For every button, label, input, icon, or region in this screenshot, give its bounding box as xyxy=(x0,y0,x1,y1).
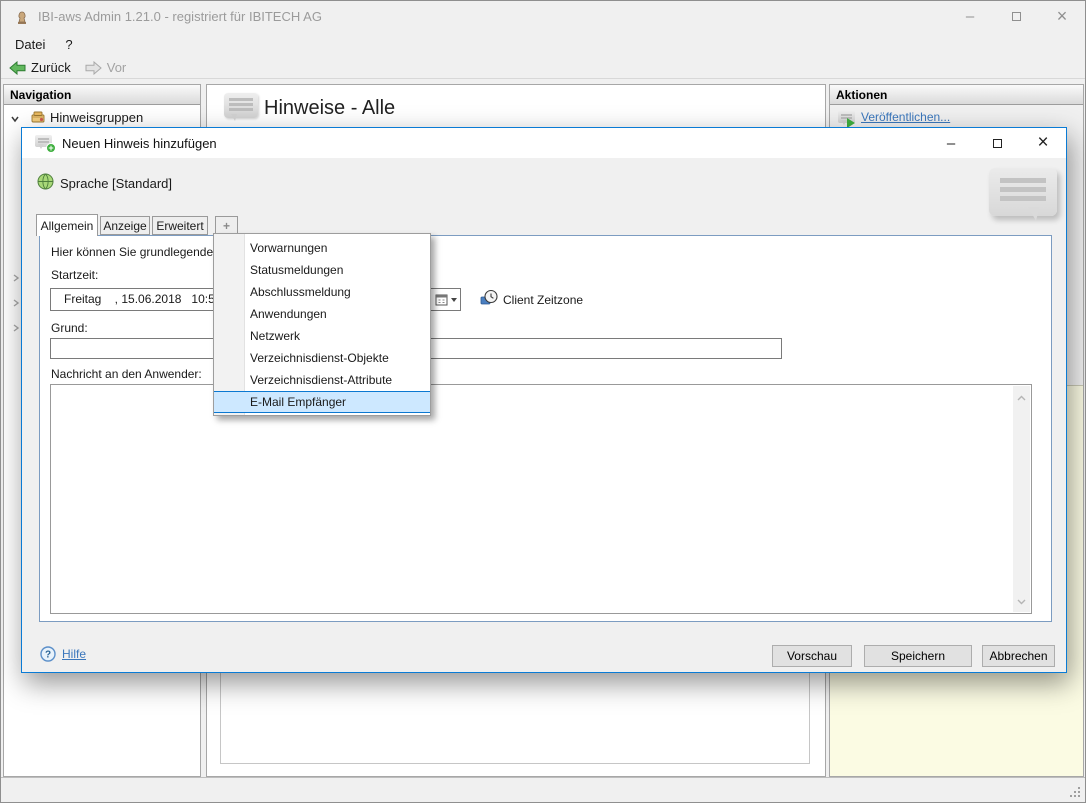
watermark-bubble-icon xyxy=(989,168,1057,216)
tab-erweitert[interactable]: Erweitert xyxy=(152,216,208,235)
tab-anzeige[interactable]: Anzeige xyxy=(100,216,150,235)
tree-item-label: Hinweisgruppen xyxy=(50,110,144,125)
menu-item[interactable]: Verzeichnisdienst-Objekte xyxy=(214,347,430,369)
calendar-dropdown-button[interactable] xyxy=(430,288,461,311)
menu-item[interactable]: Statusmeldungen xyxy=(214,259,430,281)
message-label: Nachricht an den Anwender: xyxy=(51,367,202,381)
scroll-down-icon[interactable] xyxy=(1017,594,1026,608)
globe-icon xyxy=(37,173,54,193)
cancel-button[interactable]: Abbrechen xyxy=(982,645,1055,667)
menu-item[interactable]: Netzwerk xyxy=(214,325,430,347)
forward-label: Vor xyxy=(106,60,127,75)
forward-button[interactable]: Vor xyxy=(85,60,127,75)
scroll-up-icon[interactable] xyxy=(1017,390,1026,404)
message-textarea[interactable] xyxy=(50,384,1032,614)
forward-arrow-icon xyxy=(85,60,102,75)
menu-item[interactable]: Anwendungen xyxy=(214,303,430,325)
dialog-icon: + xyxy=(35,135,56,153)
publish-icon xyxy=(838,111,855,128)
hinweisgruppen-icon xyxy=(30,109,46,128)
dialog-minimize-button[interactable]: – xyxy=(928,128,974,158)
save-button[interactable]: Speichern xyxy=(864,645,972,667)
app-window: IBI-aws Admin 1.21.0 - registriert für I… xyxy=(0,0,1086,803)
maximize-icon xyxy=(1011,12,1021,21)
close-button[interactable]: × xyxy=(1039,1,1085,32)
publish-link[interactable]: Veröffentlichen... xyxy=(861,110,950,124)
dialog-maximize-button[interactable] xyxy=(974,128,1020,158)
tab-allgemein[interactable]: Allgemein xyxy=(36,214,98,236)
menu-item-selected[interactable]: E-Mail Empfänger xyxy=(214,391,430,413)
menu-item[interactable]: Vorwarnungen xyxy=(214,237,430,259)
chevron-down-icon[interactable] xyxy=(10,113,20,123)
notice-bubble-icon xyxy=(224,93,258,121)
help-link[interactable]: Hilfe xyxy=(62,647,86,661)
dialog-maximize-icon xyxy=(992,138,1002,148)
chevron-right-icon[interactable] xyxy=(11,272,21,282)
app-icon xyxy=(14,9,30,28)
reason-label: Grund: xyxy=(51,321,88,335)
svg-text:?: ? xyxy=(45,650,51,661)
dialog-title: Neuen Hinweis hinzufügen xyxy=(62,136,217,151)
menu-item[interactable]: Abschlussmeldung xyxy=(214,281,430,303)
navigation-header: Navigation xyxy=(4,85,200,105)
client-timezone-label: Client Zeitzone xyxy=(503,293,584,307)
dialog-titlebar: + Neuen Hinweis hinzufügen – × xyxy=(22,128,1066,158)
page-title: Hinweise - Alle xyxy=(264,97,396,119)
back-button[interactable]: Zurück xyxy=(9,60,71,75)
publish-action[interactable]: Veröffentlichen... xyxy=(838,110,950,128)
menu-datei[interactable]: Datei xyxy=(5,33,55,56)
help-icon: ? xyxy=(40,646,56,662)
actions-header: Aktionen xyxy=(830,85,1083,105)
start-time-label: Startzeit: xyxy=(51,268,99,282)
client-timezone-icon xyxy=(480,289,498,309)
menu-help[interactable]: ? xyxy=(55,33,82,56)
statusbar xyxy=(1,777,1085,802)
content-header: Hinweise - Alle xyxy=(207,85,825,131)
chevron-right-icon[interactable] xyxy=(11,322,21,332)
calendar-icon xyxy=(435,294,447,306)
window-title: IBI-aws Admin 1.21.0 - registriert für I… xyxy=(38,9,322,24)
minimize-button[interactable]: – xyxy=(947,1,993,32)
toolbar: Zurück Vor xyxy=(1,57,1085,79)
menubar: Datei ? xyxy=(1,32,1085,57)
general-tab-page: Hier können Sie grundlegende Ei Startzei… xyxy=(39,235,1052,622)
plus-badge-icon: + xyxy=(46,143,56,153)
menu-item[interactable]: Verzeichnisdienst-Attribute xyxy=(214,369,430,391)
maximize-button[interactable] xyxy=(993,1,1039,32)
add-notice-dialog: + Neuen Hinweis hinzufügen – × Sprache [… xyxy=(21,127,1067,673)
dropdown-caret-icon xyxy=(450,297,457,305)
chevron-right-icon[interactable] xyxy=(11,297,21,307)
preview-button[interactable]: Vorschau xyxy=(772,645,852,667)
dialog-close-button[interactable]: × xyxy=(1020,128,1066,158)
back-label: Zurück xyxy=(31,60,71,75)
add-tab-popup-menu: Vorwarnungen Statusmeldungen Abschlussme… xyxy=(213,233,431,416)
main-titlebar: IBI-aws Admin 1.21.0 - registriert für I… xyxy=(1,1,1085,32)
language-label[interactable]: Sprache [Standard] xyxy=(60,176,172,191)
back-arrow-icon xyxy=(9,60,26,75)
resize-grip-icon[interactable] xyxy=(1078,795,1080,797)
vertical-scrollbar[interactable] xyxy=(1013,386,1030,612)
intro-text: Hier können Sie grundlegende Ei xyxy=(51,245,228,259)
help-row[interactable]: ? Hilfe xyxy=(40,646,86,662)
